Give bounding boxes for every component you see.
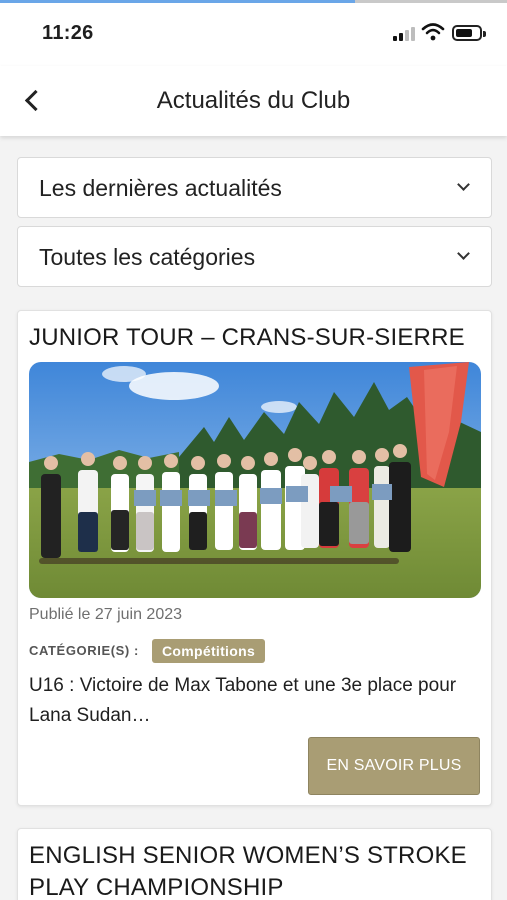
sort-select[interactable]: Les dernières actualités (17, 157, 492, 218)
chevron-down-icon (457, 178, 470, 191)
wifi-icon (421, 23, 445, 41)
page-title: Actualités du Club (156, 87, 351, 114)
chevron-down-icon (457, 247, 470, 260)
status-time: 11:26 (42, 22, 94, 44)
loading-progress-bar (0, 0, 507, 3)
article-excerpt: U16 : Victoire de Max Tabone et une 3e p… (29, 675, 457, 726)
battery-icon (452, 25, 486, 41)
publish-date: Publié le 27 juin 2023 (29, 606, 183, 623)
category-select[interactable]: Toutes les catégories (17, 226, 492, 287)
status-bar: 11:26 (0, 0, 507, 66)
article-title[interactable]: ENGLISH SENIOR WOMEN’S STROKE PLAY CHAMP… (29, 840, 481, 900)
category-badge[interactable]: Compétitions (152, 639, 266, 663)
article-card[interactable]: ENGLISH SENIOR WOMEN’S STROKE PLAY CHAMP… (17, 828, 492, 900)
article-title[interactable]: JUNIOR TOUR – CRANS-SUR-SIERRE (29, 322, 465, 354)
app-header: Actualités du Club (0, 66, 507, 136)
read-more-button[interactable]: EN SAVOIR PLUS (308, 737, 480, 795)
article-card[interactable]: JUNIOR TOUR – CRANS-SUR-SIERRE Publié le… (17, 310, 492, 806)
sort-select-value: Les dernières actualités (39, 175, 282, 201)
cellular-signal-icon (393, 27, 415, 41)
category-label: CATÉGORIE(S) : (29, 643, 139, 658)
category-select-value: Toutes les catégories (39, 244, 256, 270)
article-image[interactable] (29, 362, 481, 598)
